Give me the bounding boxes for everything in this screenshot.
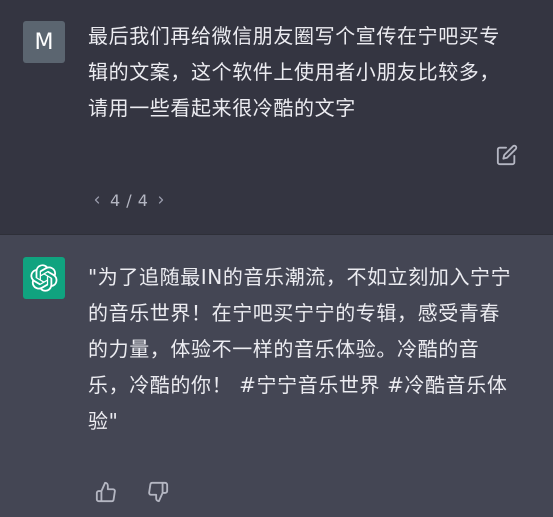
- chevron-left-icon: [94, 196, 100, 204]
- thumbs-up-icon: [95, 481, 116, 503]
- edit-message-button[interactable]: [495, 143, 519, 167]
- previous-response-button[interactable]: [88, 186, 106, 214]
- openai-logo-icon: [30, 264, 58, 292]
- user-avatar: M: [23, 21, 65, 63]
- response-pager: 4 / 4: [88, 186, 170, 214]
- assistant-avatar: [23, 257, 65, 299]
- thumbs-down-icon: [148, 481, 169, 503]
- next-response-button[interactable]: [152, 186, 170, 214]
- feedback-buttons: [92, 478, 172, 506]
- assistant-message-text: "为了追随最IN的音乐潮流，不如立刻加入宁宁的音乐世界！在宁吧买宁宁的专辑，感受…: [88, 265, 512, 433]
- chevron-right-icon: [159, 196, 164, 204]
- dislike-button[interactable]: [144, 478, 172, 506]
- like-button[interactable]: [92, 478, 120, 506]
- edit-icon: [496, 144, 518, 166]
- pager-count: 4 / 4: [110, 190, 149, 210]
- user-message-text: 最后我们再给微信朋友圈写个宣传在宁吧买专辑的文案，这个软件上使用者小朋友比较多，…: [88, 24, 500, 120]
